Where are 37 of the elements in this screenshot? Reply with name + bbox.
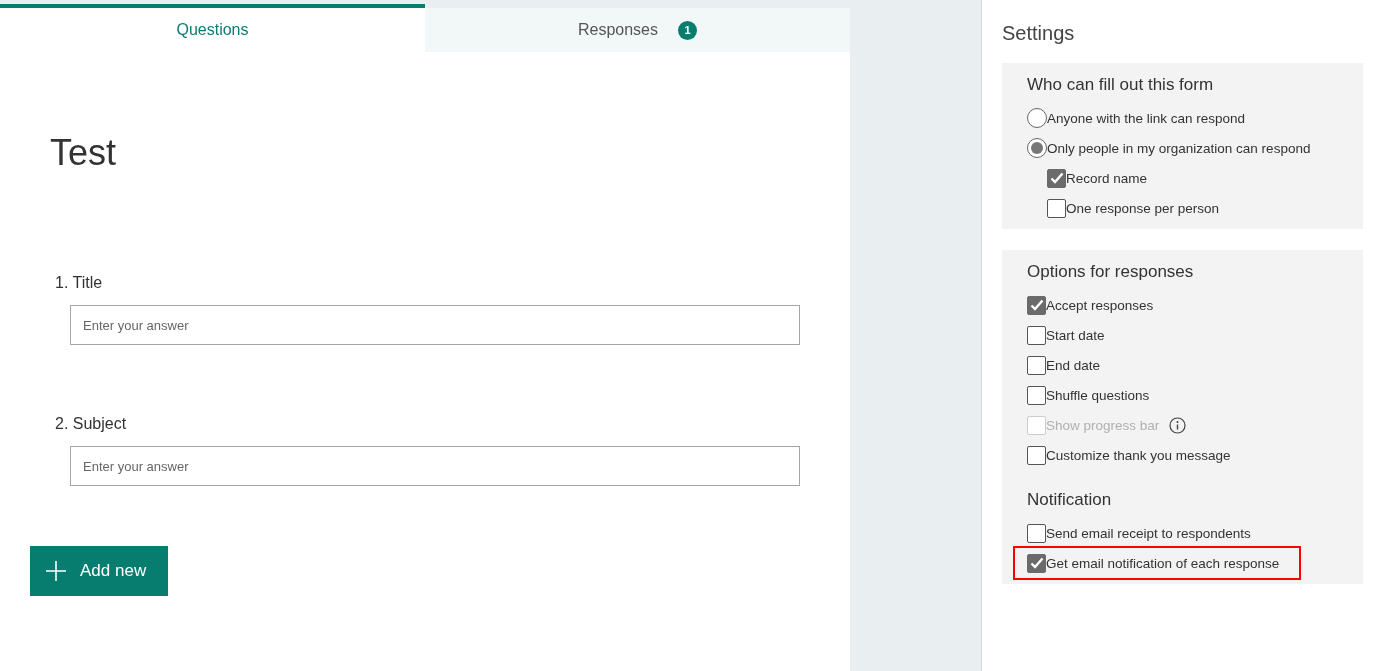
option-label: Start date (1046, 327, 1105, 343)
radio-button[interactable] (1027, 108, 1047, 128)
option-label: One response per person (1066, 200, 1220, 216)
form-title: Test (50, 132, 117, 174)
section-heading: Notification (1027, 490, 1112, 511)
option-label: Shuffle questions (1046, 387, 1150, 403)
plus-icon (46, 561, 66, 581)
checkbox[interactable] (1027, 523, 1046, 543)
option-label: End date (1046, 357, 1101, 373)
answer-field[interactable]: Enter your answer (70, 305, 800, 345)
checkbox[interactable] (1027, 445, 1046, 465)
option-label: Get email notification of each response (1046, 555, 1280, 571)
option-label: Customize thank you message (1046, 447, 1231, 463)
section-heading: Who can fill out this form (1027, 75, 1214, 96)
answer-field[interactable]: Enter your answer (70, 446, 800, 486)
option-label: Record name (1066, 170, 1148, 186)
option-label: Anyone with the link can respond (1047, 110, 1246, 126)
question-label: 1. Title (55, 274, 103, 292)
checkbox[interactable] (1027, 385, 1046, 405)
option-label: Show progress bar (1046, 417, 1160, 433)
option-label: Only people in my organization can respond (1047, 140, 1311, 156)
checkbox[interactable] (1047, 168, 1066, 188)
tab[interactable]: Questions (0, 4, 425, 52)
checkbox[interactable] (1027, 325, 1046, 345)
radio-button[interactable] (1027, 138, 1047, 158)
option-label: Accept responses (1046, 297, 1154, 313)
tab[interactable]: Responses 1 (425, 8, 850, 52)
checkbox[interactable] (1027, 553, 1046, 573)
question-label: 2. Subject (55, 415, 127, 433)
section-heading: Options for responses (1027, 262, 1194, 283)
count-badge: 1 (678, 20, 697, 40)
checkbox[interactable] (1027, 355, 1046, 375)
settings-title: Settings (1002, 22, 1075, 45)
checkbox[interactable] (1027, 295, 1046, 315)
checkbox[interactable] (1047, 198, 1066, 218)
option-label: Send email receipt to respondents (1046, 525, 1251, 541)
add-new-button[interactable]: Add new (30, 546, 168, 596)
